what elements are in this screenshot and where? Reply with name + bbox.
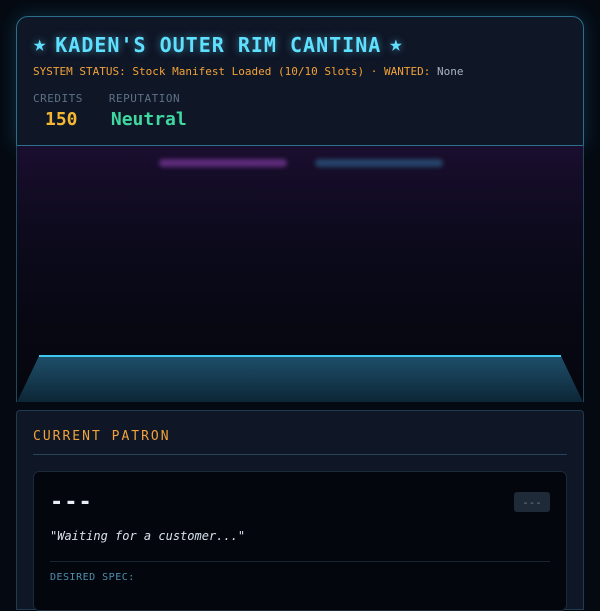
credits-label: CREDITS [33,92,83,105]
patron-name: --- [50,490,93,515]
bar-counter-graphic [17,355,583,402]
patron-quote: "Waiting for a customer..." [50,529,246,543]
credits-stat: CREDITS 150 [33,92,83,130]
desired-spec-label: DESIRED SPEC: [50,572,135,583]
current-patron-title: CURRENT PATRON [33,429,567,455]
neon-light-pink [159,159,287,167]
reputation-value: Neutral [110,109,187,130]
patron-card: --- --- "Waiting for a customer..." DESI… [33,471,567,611]
status-text: Stock Manifest Loaded (10/10 Slots) [132,65,365,78]
wanted-label: WANTED: [384,65,431,78]
neon-light-cyan [315,159,443,167]
bar-counter [17,354,583,402]
reputation-label: REPUTATION [108,92,181,105]
credits-value: 150 [45,109,78,130]
status-separator: · [370,65,378,78]
system-status: SYSTEM STATUS: Stock Manifest Loaded (10… [33,65,567,78]
patron-tag-badge: --- [514,492,550,512]
reputation-stat: REPUTATION Neutral [109,92,187,130]
cantina-header: ★ KADEN'S OUTER RIM CANTINA ★ SYSTEM STA… [16,16,584,146]
current-patron-panel: CURRENT PATRON --- --- "Waiting for a cu… [16,410,584,611]
cantina-stage [16,145,584,402]
star-icon: ★ [33,32,48,57]
wanted-value: None [437,65,464,78]
star-icon: ★ [389,32,404,57]
cantina-title: ★ KADEN'S OUTER RIM CANTINA ★ [33,33,567,57]
spec-divider [50,561,550,562]
player-stats: CREDITS 150 REPUTATION Neutral [33,92,567,130]
status-label: SYSTEM STATUS: [33,65,126,78]
cantina-title-text: KADEN'S OUTER RIM CANTINA [55,33,382,57]
